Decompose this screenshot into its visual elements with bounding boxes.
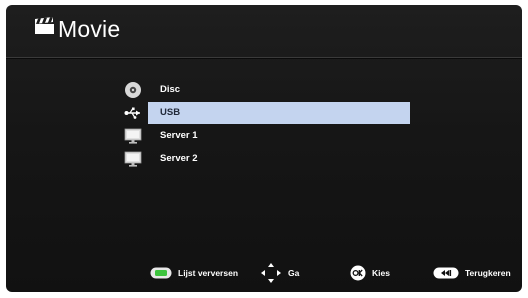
source-item-label: Server 2 bbox=[160, 153, 198, 164]
navigate-label: Ga bbox=[288, 268, 300, 278]
back-hint[interactable]: Terugkeren bbox=[433, 261, 511, 285]
source-item-label: USB bbox=[148, 102, 410, 124]
source-item-label: Disc bbox=[160, 84, 181, 95]
page-title: Movie bbox=[58, 16, 121, 42]
refresh-list-label: Lijst verversen bbox=[178, 268, 239, 278]
back-label: Terugkeren bbox=[465, 268, 511, 278]
server-icon bbox=[124, 128, 142, 144]
ok-button-icon bbox=[350, 265, 366, 281]
source-item-usb[interactable]: USB bbox=[124, 102, 424, 125]
green-button-icon bbox=[150, 267, 172, 279]
source-list: Disc USB Server 1 Server 2 bbox=[124, 79, 424, 171]
source-item-disc[interactable]: Disc bbox=[124, 79, 424, 102]
arrow-pad-icon bbox=[261, 263, 281, 283]
source-item-server-2[interactable]: Server 2 bbox=[124, 148, 424, 171]
title-bar: Movie bbox=[6, 5, 522, 57]
clapperboard-icon bbox=[35, 17, 54, 34]
media-screen: Movie Disc USB Server 1 Server 2 Lijst v… bbox=[6, 5, 522, 292]
select-label: Kies bbox=[372, 268, 390, 278]
server-icon bbox=[124, 151, 142, 167]
select-hint[interactable]: Kies bbox=[350, 261, 390, 285]
navigate-hint: Ga bbox=[260, 261, 299, 285]
usb-icon bbox=[124, 107, 140, 119]
source-item-server-1[interactable]: Server 1 bbox=[124, 125, 424, 148]
footer-hints: Lijst verversen Ga Kies Terugkeren bbox=[6, 261, 522, 285]
source-item-label: Server 1 bbox=[160, 130, 198, 141]
refresh-list-hint[interactable]: Lijst verversen bbox=[150, 261, 238, 285]
back-button-icon bbox=[433, 267, 459, 279]
disc-icon bbox=[125, 82, 141, 98]
